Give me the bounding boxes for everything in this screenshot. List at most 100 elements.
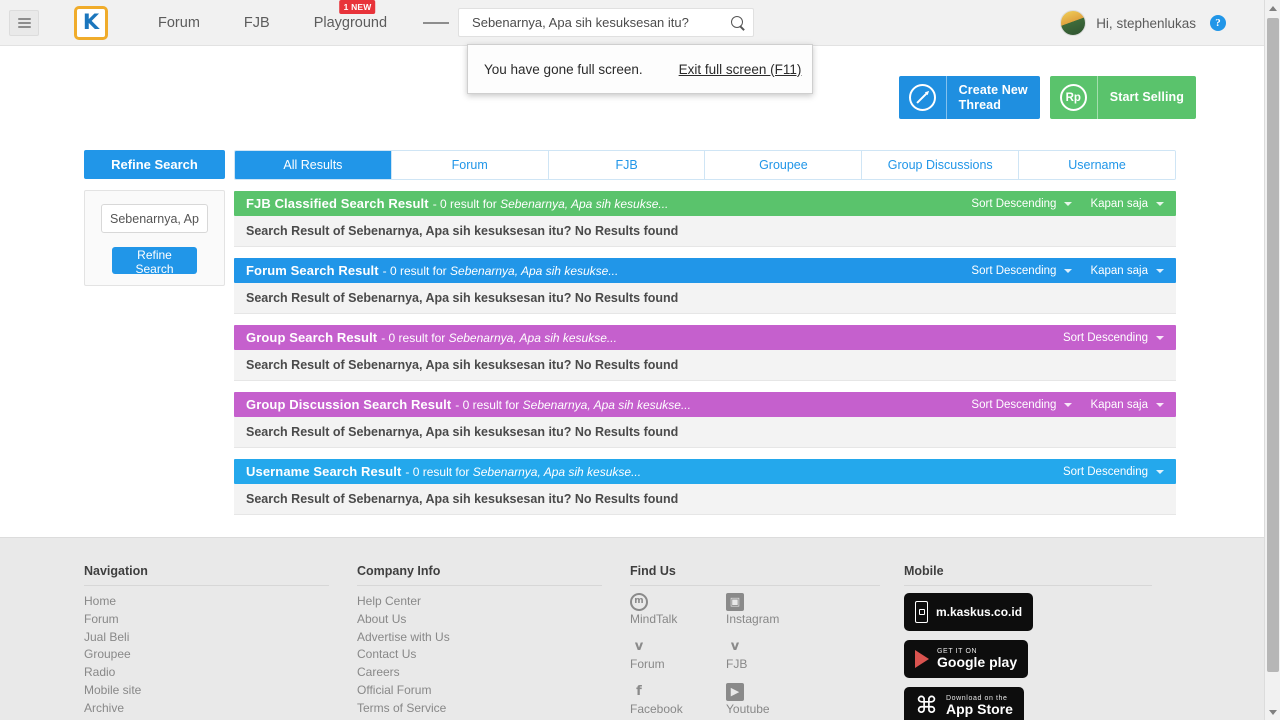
nav-item-playground[interactable]: 1 NEW Playground xyxy=(292,0,409,31)
search-box[interactable] xyxy=(458,8,755,37)
sort-descending-dropdown[interactable]: Sort Descending xyxy=(1063,332,1164,344)
page-footer: Navigation Home Forum Jual Beli Groupee Radi… xyxy=(0,537,1264,720)
chevron-down-icon xyxy=(1156,469,1164,474)
exit-fullscreen-link[interactable]: Exit full screen (F11) xyxy=(679,62,802,77)
footer-social-link[interactable]: f Facebook xyxy=(630,683,726,719)
app-badge-apple[interactable]: ⌘ Download on the App Store xyxy=(904,687,1024,720)
footer-social-label: MindTalk xyxy=(630,612,678,626)
footer-navigation-title: Navigation xyxy=(84,564,329,586)
fullscreen-notification: You have gone full screen. Exit full scr… xyxy=(467,44,813,94)
search-result-title: Username Search Result xyxy=(246,464,402,479)
kaskus-logo[interactable]: K xyxy=(74,5,108,40)
vertical-scrollbar[interactable] xyxy=(1264,0,1280,720)
sort-descending-dropdown[interactable]: Sort Descending xyxy=(1063,466,1164,478)
rupiah-circle-icon: Rp xyxy=(1050,76,1098,119)
footer-social-link[interactable]: m MindTalk xyxy=(630,593,726,629)
nav-item-fjb[interactable]: FJB xyxy=(222,15,292,31)
search-result-block: Group Discussion Search Result - 0 resul… xyxy=(234,392,1176,448)
search-result-empty-message: Search Result of Sebenarnya, Apa sih kes… xyxy=(234,216,1176,247)
footer-company-link[interactable]: Advertise with Us xyxy=(357,629,602,647)
facebook-icon: f xyxy=(636,683,642,699)
time-filter-dropdown[interactable]: Kapan saja xyxy=(1090,399,1164,411)
footer-company-link[interactable]: Careers xyxy=(357,664,602,682)
scroll-up-arrow[interactable] xyxy=(1265,0,1280,16)
tab-fjb[interactable]: FJB xyxy=(548,151,706,179)
start-selling-button[interactable]: Rp Start Selling xyxy=(1049,76,1196,119)
footer-company-link[interactable]: Terms of Service xyxy=(357,700,602,718)
avatar[interactable] xyxy=(1060,10,1087,36)
tab-forum[interactable]: Forum xyxy=(391,151,549,179)
scroll-down-arrow[interactable] xyxy=(1265,704,1280,720)
app-badge-title: Google play xyxy=(937,654,1018,671)
search-result-header: Group Discussion Search Result - 0 resul… xyxy=(234,392,1176,417)
refine-search-header[interactable]: Refine Search xyxy=(84,150,225,179)
footer-nav-link[interactable]: Home xyxy=(84,593,329,611)
chevron-down-icon xyxy=(1156,335,1164,340)
footer-nav-link[interactable]: Archive xyxy=(84,700,329,718)
app-badge-text: Download on the App Store xyxy=(946,695,1013,717)
footer-company-link[interactable]: About Us xyxy=(357,611,602,629)
footer-social-link[interactable]: ▶ Youtube xyxy=(726,682,836,719)
scrollbar-thumb[interactable] xyxy=(1267,18,1279,672)
footer-social-label: FJB xyxy=(726,656,748,671)
search-icon[interactable] xyxy=(731,15,745,30)
time-filter-dropdown[interactable]: Kapan saja xyxy=(1090,265,1164,277)
user-greeting[interactable]: Hi, stephenlukas xyxy=(1096,16,1196,31)
footer-nav-link[interactable]: Jual Beli xyxy=(84,629,329,647)
footer-social-link[interactable]: ᴠ FJB xyxy=(726,638,836,674)
tab-group-discussions[interactable]: Group Discussions xyxy=(862,151,1020,179)
chevron-down-icon xyxy=(1156,268,1164,273)
footer-nav-link[interactable]: Forum xyxy=(84,611,329,629)
tab-all-results[interactable]: All Results xyxy=(235,151,392,179)
refine-search-button[interactable]: Refine Search xyxy=(112,247,197,276)
search-result-block: Username Search Result - 0 result for Se… xyxy=(234,459,1176,515)
search-results-list: FJB Classified Search Result - 0 result … xyxy=(234,191,1176,526)
create-new-thread-button[interactable]: Create New Thread xyxy=(898,76,1040,119)
tab-username[interactable]: Username xyxy=(1019,151,1175,179)
primary-nav: Forum FJB 1 NEW Playground xyxy=(136,0,409,31)
search-input[interactable] xyxy=(470,14,732,31)
sort-descending-dropdown[interactable]: Sort Descending xyxy=(971,265,1073,277)
top-navigation-bar: K Forum FJB 1 NEW Playground Hi, stephen… xyxy=(0,0,1264,46)
footer-nav-link[interactable]: Mobile site xyxy=(84,682,329,700)
search-category-menu-button[interactable] xyxy=(423,10,450,36)
sort-descending-dropdown[interactable]: Sort Descending xyxy=(971,399,1073,411)
footer-company-title: Company Info xyxy=(357,564,602,586)
app-badge-title: App Store xyxy=(946,701,1013,718)
footer-nav-link[interactable]: Groupee xyxy=(84,646,329,664)
footer-company-link[interactable]: Contact Us xyxy=(357,646,602,664)
footer-social-link[interactable]: ᴠ Forum xyxy=(630,638,726,674)
fullscreen-message: You have gone full screen. xyxy=(484,61,643,77)
app-badge-google-play[interactable]: GET IT ON Google play xyxy=(904,640,1029,678)
nav-item-playground-label: Playground xyxy=(313,14,388,31)
youtube-icon: ▶ xyxy=(726,682,744,701)
search-result-header: Group Search Result - 0 result for Seben… xyxy=(234,325,1176,350)
tab-groupee[interactable]: Groupee xyxy=(705,151,863,179)
app-badge-phone[interactable]: m.kaskus.co.id xyxy=(904,593,1034,631)
sort-descending-dropdown[interactable]: Sort Descending xyxy=(971,198,1073,210)
footer-social-link[interactable]: ▣ Instagram xyxy=(726,593,836,629)
footer-social-label: Facebook xyxy=(630,701,683,716)
footer-find-us-title: Find Us xyxy=(630,564,880,586)
search-result-meta: - 0 result for Sebenarnya, Apa sih kesuk… xyxy=(405,464,642,479)
chevron-down-icon xyxy=(1156,201,1164,206)
footer-company-link[interactable]: Help Center xyxy=(357,593,602,611)
create-new-thread-label: Create New Thread xyxy=(958,83,1028,112)
search-result-empty-message: Search Result of Sebenarnya, Apa sih kes… xyxy=(234,283,1176,314)
search-result-header: FJB Classified Search Result - 0 result … xyxy=(234,191,1176,216)
footer-company-link[interactable]: Official Forum xyxy=(357,682,602,700)
footer-social-label: Youtube xyxy=(726,701,770,716)
footer-navigation-column: Navigation Home Forum Jual Beli Groupee Radi… xyxy=(84,564,329,720)
search-result-header: Username Search Result - 0 result for Se… xyxy=(234,459,1176,484)
refine-search-input[interactable] xyxy=(101,204,208,233)
help-icon[interactable]: ? xyxy=(1210,15,1226,31)
time-filter-dropdown[interactable]: Kapan saja xyxy=(1090,198,1164,210)
phone-icon xyxy=(915,601,928,623)
footer-nav-link[interactable]: Radio xyxy=(84,664,329,682)
start-selling-label: Start Selling xyxy=(1109,90,1184,105)
nav-item-forum[interactable]: Forum xyxy=(136,15,222,31)
search-result-block: FJB Classified Search Result - 0 result … xyxy=(234,191,1176,247)
main-menu-button[interactable] xyxy=(9,9,39,36)
instagram-icon: ▣ xyxy=(726,593,744,611)
page-root: K Forum FJB 1 NEW Playground Hi, stephen… xyxy=(0,0,1280,720)
